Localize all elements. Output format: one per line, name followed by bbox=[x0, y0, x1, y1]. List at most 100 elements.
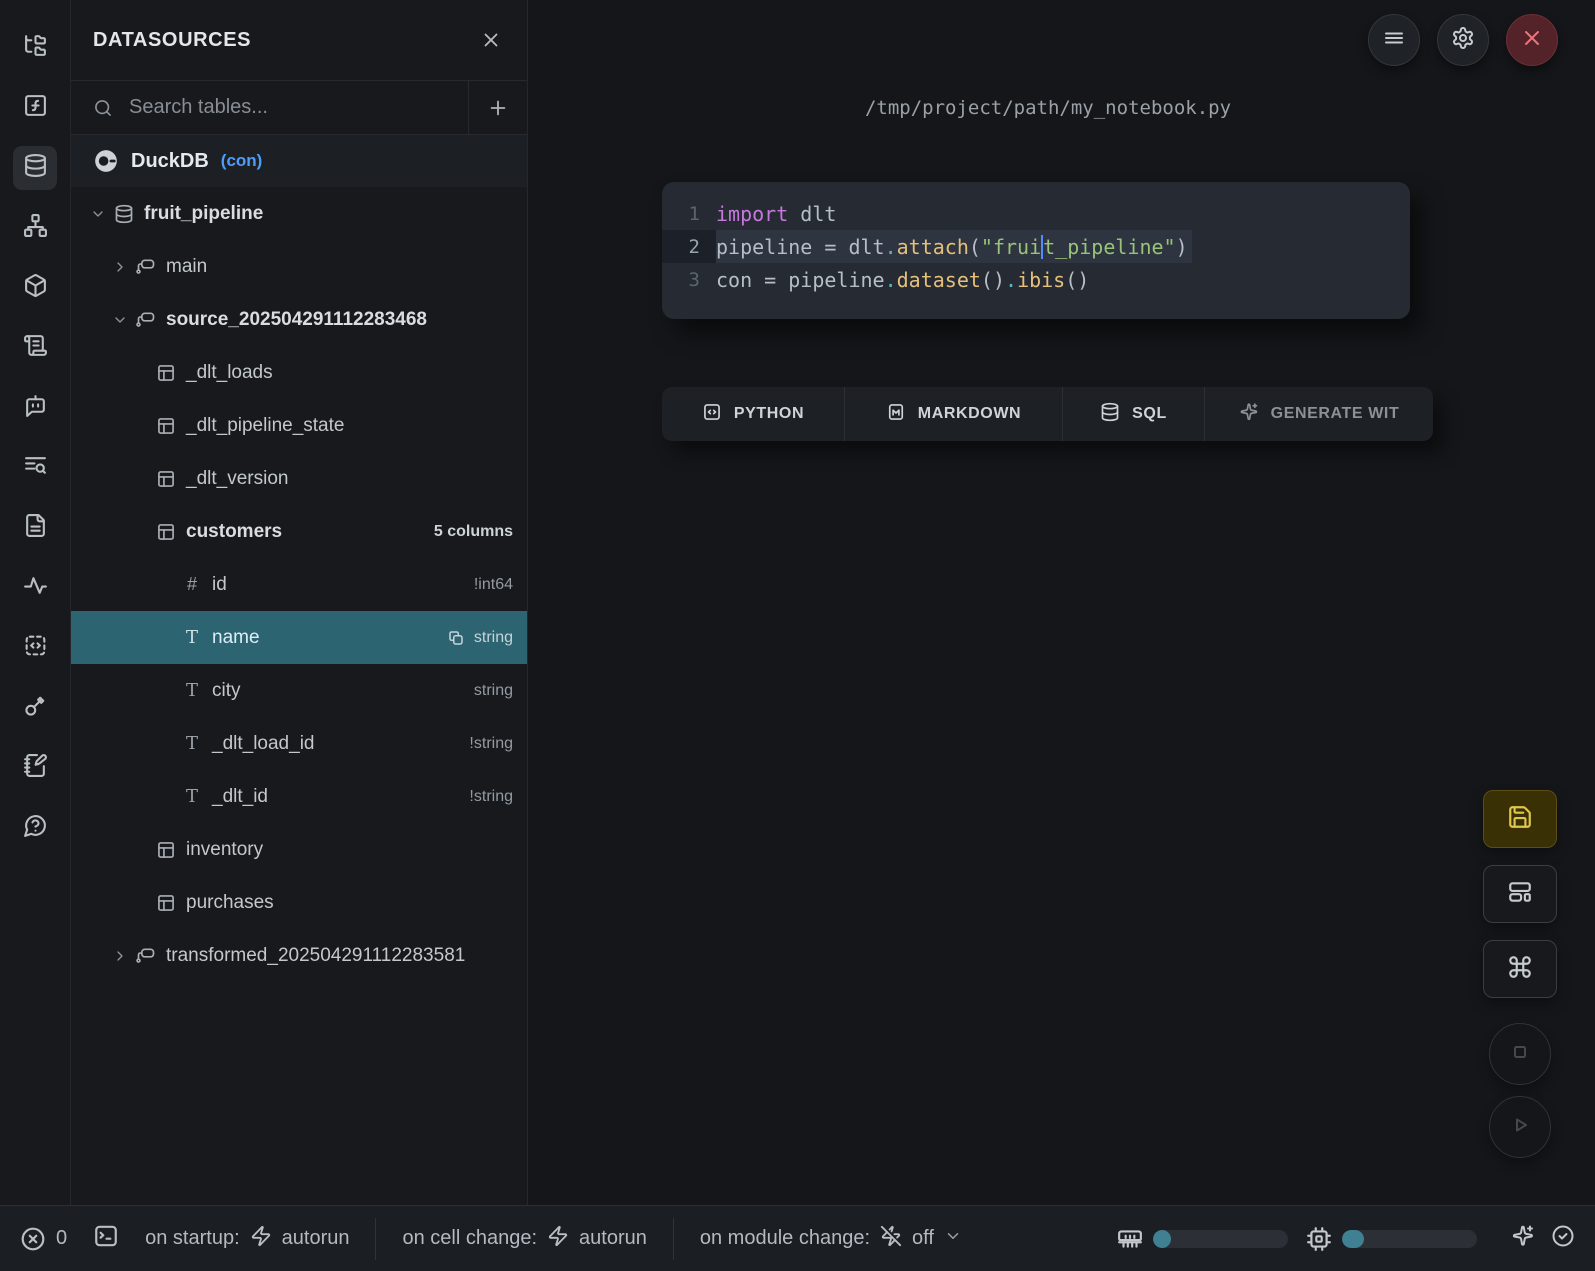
setting-label: on module change: bbox=[700, 1227, 870, 1250]
rail-item-packages[interactable] bbox=[13, 266, 57, 310]
connection-status-button[interactable] bbox=[1551, 1224, 1575, 1254]
chat-bot-icon bbox=[23, 393, 48, 423]
tree-item-label: fruit_pipeline bbox=[144, 203, 263, 225]
on-cell-change-setting[interactable]: on cell change:autorun bbox=[376, 1206, 672, 1271]
memory-icon bbox=[1117, 1226, 1143, 1252]
tree-item-purchases[interactable]: purchases bbox=[71, 876, 527, 929]
code-line-3[interactable]: 3con = pipeline.dataset().ibis() bbox=[662, 263, 1410, 296]
error-counter[interactable]: 0 bbox=[20, 1226, 67, 1252]
on-module-change-setting[interactable]: on module change:off bbox=[674, 1206, 988, 1271]
tree-item-transformed_202504291112283581[interactable]: transformed_202504291112283581 bbox=[71, 929, 527, 982]
token: . bbox=[885, 268, 897, 292]
add-cell-markdown-button[interactable]: MARKDOWN bbox=[845, 387, 1063, 441]
close-button[interactable] bbox=[1506, 14, 1558, 66]
rail-item-documentation[interactable] bbox=[13, 506, 57, 550]
connection-engine: DuckDB bbox=[131, 150, 209, 173]
tree-item-_dlt_id[interactable]: T_dlt_id!string bbox=[71, 770, 527, 823]
tree-item-city[interactable]: Tcitystring bbox=[71, 664, 527, 717]
search-input[interactable] bbox=[127, 95, 468, 120]
tree-item-_dlt_pipeline_state[interactable]: _dlt_pipeline_state bbox=[71, 399, 527, 452]
chevron-down-icon[interactable] bbox=[90, 206, 106, 222]
chevron-right-icon[interactable] bbox=[112, 948, 128, 964]
datasource-tree: fruit_pipelinemainsource_202504291112283… bbox=[71, 187, 527, 982]
function-square-icon bbox=[23, 93, 48, 123]
tree-item-inventory[interactable]: inventory bbox=[71, 823, 527, 876]
box-icon bbox=[23, 273, 48, 303]
add-cell-generate-with-ai-button[interactable]: GENERATE WIT bbox=[1205, 387, 1433, 441]
code-cell[interactable]: 1import dlt2pipeline = dlt.attach("fruit… bbox=[662, 182, 1410, 319]
add-cell-sql-button[interactable]: SQL bbox=[1063, 387, 1205, 441]
on-startup-setting[interactable]: on startup:autorun bbox=[119, 1206, 375, 1271]
rail-item-help[interactable] bbox=[13, 806, 57, 850]
text-type-glyph: T bbox=[182, 733, 202, 754]
activity-icon bbox=[23, 573, 48, 603]
save-button[interactable] bbox=[1483, 790, 1557, 848]
terminal-button[interactable] bbox=[93, 1223, 119, 1255]
setting-label: on startup: bbox=[145, 1227, 240, 1250]
chevron-right-icon[interactable] bbox=[112, 259, 128, 275]
schema-icon bbox=[136, 946, 156, 966]
search-icon bbox=[93, 98, 113, 118]
token: dataset bbox=[897, 268, 981, 292]
zap-icon bbox=[250, 1225, 272, 1253]
tree-item-_dlt_loads[interactable]: _dlt_loads bbox=[71, 346, 527, 399]
rail-item-logs-search[interactable] bbox=[13, 446, 57, 490]
add-cell-python-button[interactable]: PYTHON bbox=[662, 387, 845, 441]
tree-item-label: _dlt_load_id bbox=[212, 733, 314, 755]
close-panel-button[interactable] bbox=[480, 29, 502, 51]
code-square-icon bbox=[702, 402, 722, 427]
rail-item-dependencies[interactable] bbox=[13, 206, 57, 250]
tree-item-type: 5 columns bbox=[434, 523, 513, 541]
token: ) bbox=[1176, 235, 1188, 259]
tree-item-type: !string bbox=[469, 735, 513, 753]
add-cell-bar: PYTHONMARKDOWN SQL GENERATE WIT bbox=[662, 387, 1433, 441]
code-text: pipeline = dlt.attach("fruit_pipeline") bbox=[716, 235, 1188, 259]
rail-item-scratchpad[interactable] bbox=[13, 746, 57, 790]
token: dlt bbox=[788, 202, 836, 226]
rail-item-scripts[interactable] bbox=[13, 326, 57, 370]
rail-item-datasources[interactable] bbox=[13, 146, 57, 190]
copy-icon bbox=[447, 629, 465, 647]
layout-button[interactable] bbox=[1483, 865, 1557, 923]
stop-button[interactable] bbox=[1489, 1023, 1551, 1085]
menu-button[interactable] bbox=[1368, 14, 1420, 66]
tree-item-_dlt_load_id[interactable]: T _dlt_load_id !string bbox=[71, 717, 527, 770]
app-root: DATASOURCES DuckDB (con) fruit_pipelinem… bbox=[0, 0, 1595, 1271]
connection-row[interactable]: DuckDB (con) bbox=[71, 135, 527, 187]
tree-item-label: city bbox=[212, 680, 241, 702]
tree-item-name[interactable]: Tnamestring bbox=[71, 611, 527, 664]
rail-item-chat[interactable] bbox=[13, 386, 57, 430]
tree-item-label: transformed_202504291112283581 bbox=[166, 945, 465, 967]
code-line-1[interactable]: 1import dlt bbox=[662, 197, 1410, 230]
rail-item-snippets[interactable] bbox=[13, 626, 57, 670]
rail-item-tracing[interactable] bbox=[13, 566, 57, 610]
tree-item-source_202504291112283468[interactable]: source_202504291112283468 bbox=[71, 293, 527, 346]
tree-item-main[interactable]: main bbox=[71, 240, 527, 293]
run-button[interactable] bbox=[1489, 1096, 1551, 1158]
token: import bbox=[716, 202, 788, 226]
zap-icon bbox=[547, 1225, 569, 1253]
button-label: SQL bbox=[1132, 405, 1167, 423]
token: "frui bbox=[981, 235, 1041, 259]
tree-item-label: _dlt_id bbox=[212, 786, 268, 808]
line-number: 2 bbox=[662, 236, 716, 258]
rail-item-function[interactable] bbox=[13, 86, 57, 130]
tree-item-label: inventory bbox=[186, 839, 263, 861]
number-type-glyph: # bbox=[182, 574, 202, 595]
tree-item-fruit_pipeline[interactable]: fruit_pipeline bbox=[71, 187, 527, 240]
code-line-2[interactable]: 2pipeline = dlt.attach("fruit_pipeline") bbox=[662, 230, 1410, 263]
shortcuts-button[interactable] bbox=[1483, 940, 1557, 998]
tree-item-label: purchases bbox=[186, 892, 274, 914]
rail-item-secrets[interactable] bbox=[13, 686, 57, 730]
rail-item-file-tree[interactable] bbox=[13, 26, 57, 70]
error-count: 0 bbox=[56, 1227, 67, 1250]
tree-item-customers[interactable]: customers5 columns bbox=[71, 505, 527, 558]
tree-item-id[interactable]: #id!int64 bbox=[71, 558, 527, 611]
settings-button[interactable] bbox=[1437, 14, 1489, 66]
text-type-glyph: T bbox=[182, 786, 202, 807]
scroll-icon bbox=[23, 333, 48, 363]
tree-item-_dlt_version[interactable]: _dlt_version bbox=[71, 452, 527, 505]
ai-assist-button[interactable] bbox=[1511, 1224, 1535, 1254]
add-datasource-button[interactable] bbox=[468, 81, 527, 134]
chevron-down-icon[interactable] bbox=[112, 312, 128, 328]
